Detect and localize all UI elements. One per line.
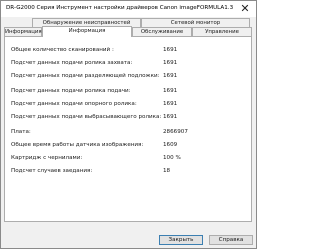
info-value: 100 % bbox=[163, 155, 181, 161]
tab-information[interactable]: Информация bbox=[42, 26, 132, 37]
information-panel: Общее количество сканирований : 1691 Под… bbox=[4, 36, 252, 222]
info-row: Подсчет данных подачи опорного ролика: 1… bbox=[11, 101, 247, 111]
tab-management[interactable]: Управление bbox=[192, 27, 252, 36]
help-button[interactable]: Справка bbox=[209, 235, 253, 245]
driver-settings-window: DR-G2000 Серия Инструмент настройки драй… bbox=[0, 0, 257, 249]
info-value: 1691 bbox=[163, 47, 178, 53]
info-label: Подсчет данных подачи разделяющей подлож… bbox=[11, 73, 160, 79]
info-row: Подсчет случаев заедания: 18 bbox=[11, 168, 247, 178]
info-value: 1691 bbox=[163, 101, 178, 107]
info-row: Подсчет данных подачи ролика подачи: 169… bbox=[11, 88, 247, 98]
info-label: Общее время работы датчика изображения: bbox=[11, 142, 144, 148]
info-value: 1691 bbox=[163, 114, 178, 120]
info-row: Подсчет данных подачи ролика захвата: 16… bbox=[11, 60, 247, 70]
info-label: Подсчет случаев заедания: bbox=[11, 168, 93, 174]
info-row: Картридж с чернилами: 100 % bbox=[11, 155, 247, 165]
info-value: 1691 bbox=[163, 88, 178, 94]
info-label: Подсчет данных подачи ролика подачи: bbox=[11, 88, 131, 94]
info-value: 1691 bbox=[163, 73, 178, 79]
info-row: Общее время работы датчика изображения: … bbox=[11, 142, 247, 152]
tab-network-monitor[interactable]: Сетевой монитор bbox=[141, 18, 250, 27]
info-value: 18 bbox=[163, 168, 171, 174]
info-row: Плата: 2866907 bbox=[11, 129, 247, 139]
info-label: Общее количество сканирований : bbox=[11, 47, 114, 53]
tab-strip: Обнаружение неисправностей Сетевой монит… bbox=[1, 1, 256, 37]
info-label: Картридж с чернилами: bbox=[11, 155, 83, 161]
tab-maintenance[interactable]: Обслуживание bbox=[132, 27, 192, 36]
info-row: Общее количество сканирований : 1691 bbox=[11, 47, 247, 57]
info-value: 1609 bbox=[163, 142, 178, 148]
info-label: Подсчет данных подачи выбрасывающего рол… bbox=[11, 114, 162, 120]
info-label: Подсчет данных подачи ролика захвата: bbox=[11, 60, 133, 66]
info-value: 1691 bbox=[163, 60, 178, 66]
info-row: Подсчет данных подачи выбрасывающего рол… bbox=[11, 114, 247, 124]
tab-info-general[interactable]: Информация bbox=[4, 27, 42, 36]
info-label: Плата: bbox=[11, 129, 31, 135]
info-label: Подсчет данных подачи опорного ролика: bbox=[11, 101, 137, 107]
close-button[interactable]: Закрыть bbox=[159, 235, 203, 245]
info-row: Подсчет данных подачи разделяющей подлож… bbox=[11, 73, 247, 83]
info-value: 2866907 bbox=[163, 129, 188, 135]
